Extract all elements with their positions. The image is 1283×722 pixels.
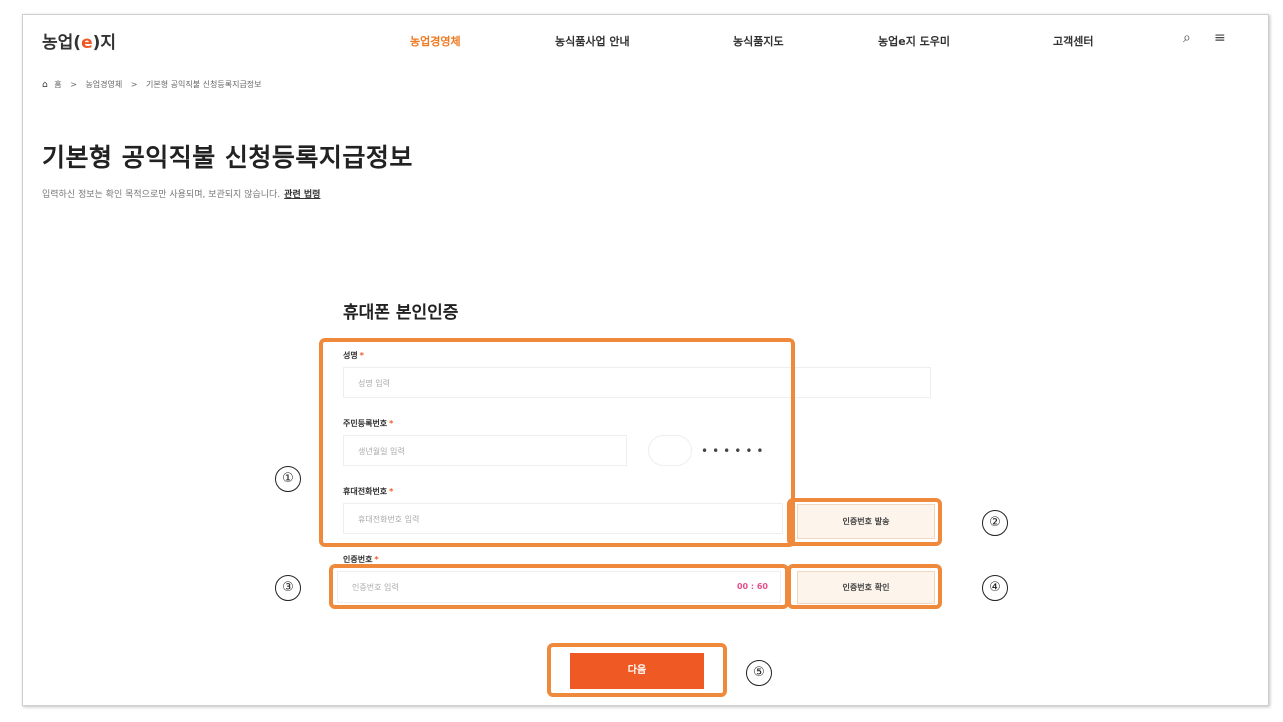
breadcrumb: ⌂ 홈 > 농업경영체 > 기본형 공익직불 신청등록지급정보: [42, 79, 262, 90]
nav-customer-center[interactable]: 고객센터: [1053, 33, 1093, 49]
breadcrumb-sep: >: [130, 80, 138, 89]
logo-e: e: [81, 33, 93, 53]
highlight-box-1: [319, 338, 795, 547]
nav-agri-business-guide[interactable]: 농식품사업 안내: [555, 33, 630, 49]
nav-farm-management[interactable]: 농업경영체: [410, 33, 461, 49]
home-icon[interactable]: ⌂: [42, 80, 48, 90]
logo[interactable]: 농업(e)지: [42, 28, 116, 53]
form-title: 휴대폰 본인인증: [343, 303, 459, 323]
breadcrumb-current: 기본형 공익직불 신청등록지급정보: [146, 80, 262, 89]
law-link[interactable]: 관련 법령: [284, 190, 320, 200]
breadcrumb-farm[interactable]: 농업경영체: [85, 80, 122, 89]
breadcrumb-sep: >: [70, 80, 77, 89]
highlight-box-3: [329, 564, 789, 609]
highlight-box-2: [787, 498, 942, 546]
annotation-marker-2: ②: [982, 510, 1008, 536]
annotation-marker-4: ④: [982, 575, 1008, 601]
page-title: 기본형 공익직불 신청등록지급정보: [42, 143, 413, 172]
code-label-text: 인증번호: [343, 555, 373, 564]
annotation-marker-1: ①: [275, 466, 301, 492]
annotation-marker-3: ③: [275, 575, 301, 601]
annotation-marker-5: ⑤: [746, 660, 772, 686]
nav-agri-map[interactable]: 농식품지도: [733, 33, 784, 49]
breadcrumb-home[interactable]: 홈: [54, 80, 61, 89]
highlight-box-4: [787, 564, 942, 609]
required-mark: *: [374, 555, 379, 564]
page-description: 입력하신 정보는 확인 목적으로만 사용되며, 보관되지 않습니다. 관련 법령: [42, 187, 320, 200]
logo-text-post: )지: [92, 33, 117, 53]
logo-text-pre: 농업(: [42, 33, 82, 53]
search-icon[interactable]: ⌕: [1183, 30, 1191, 46]
nav-helper[interactable]: 농업e지 도우미: [878, 33, 950, 49]
highlight-box-5: [547, 643, 727, 697]
description-text: 입력하신 정보는 확인 목적으로만 사용되며, 보관되지 않습니다.: [42, 190, 281, 200]
menu-icon[interactable]: ≡: [1214, 30, 1226, 46]
